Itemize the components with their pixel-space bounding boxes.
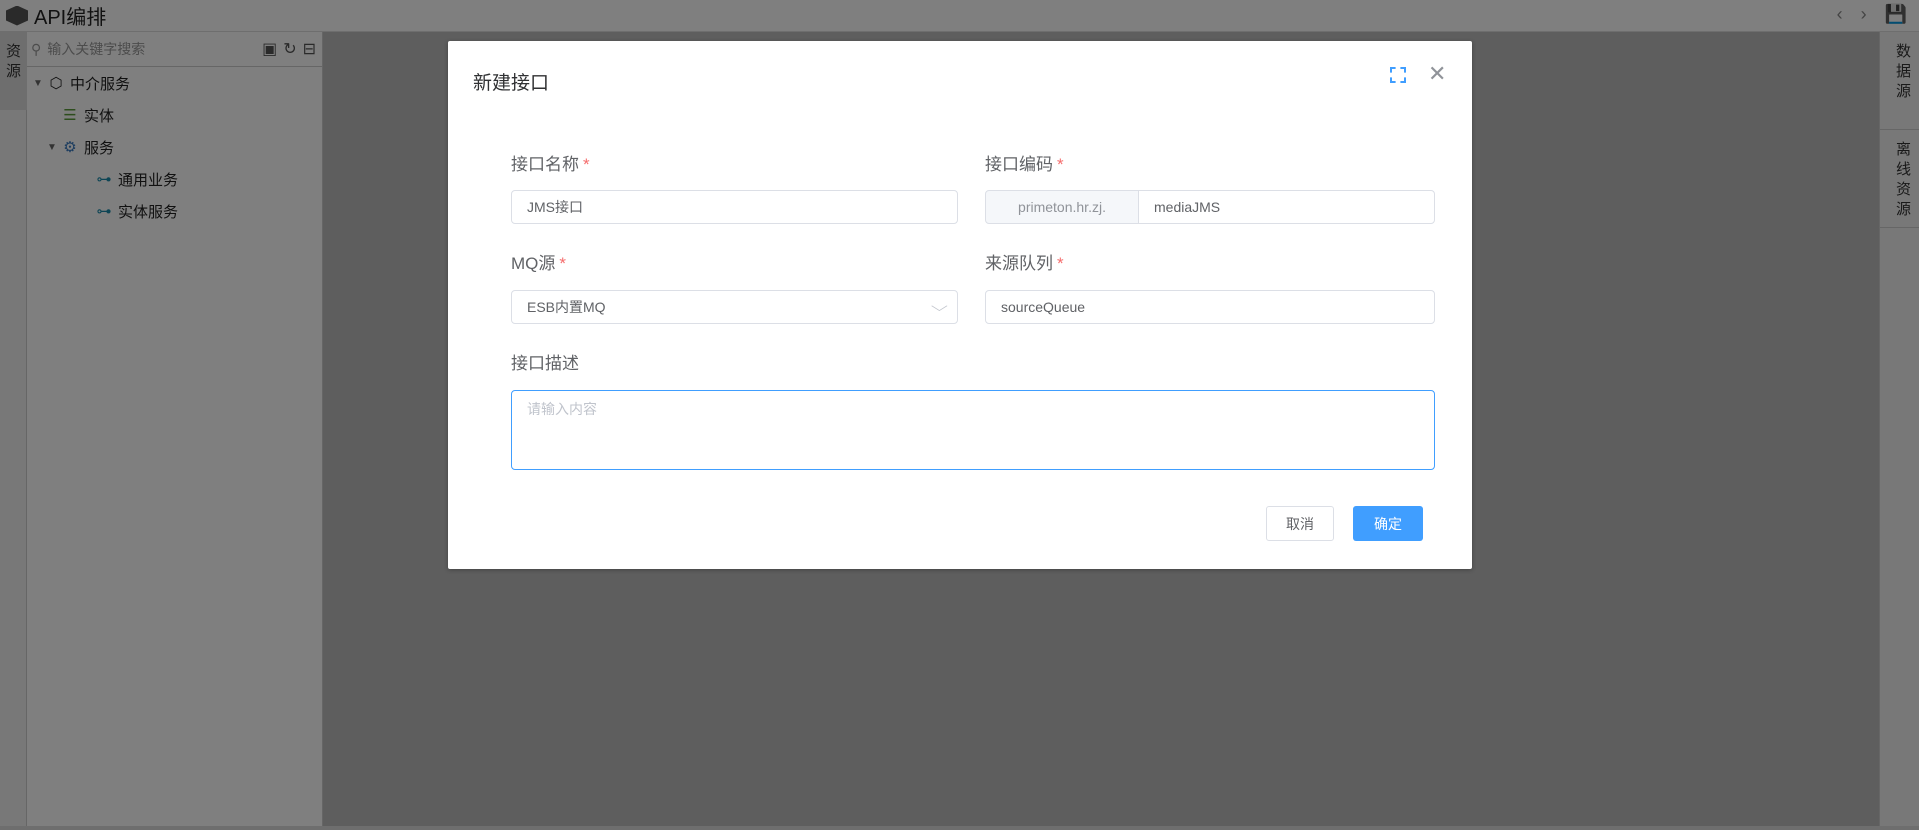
name-input[interactable]: JMS接口 (511, 190, 958, 224)
mq-select-value: ESB内置MQ (527, 299, 606, 315)
mq-select[interactable]: ESB内置MQ ⌵ (511, 290, 958, 324)
desc-textarea[interactable]: 请输入内容 (511, 390, 1435, 470)
code-label: 接口编码 * (985, 155, 1064, 174)
mq-label: MQ源 * (511, 254, 567, 273)
queue-input[interactable]: sourceQueue (985, 290, 1435, 324)
chevron-down-icon: ⌵ (931, 298, 949, 314)
new-interface-dialog: 新建接口 ✕ 接口名称 * JMS接口 接口编码 * primeton.hr.zj.… (448, 41, 1472, 569)
code-input[interactable]: mediaJMS (1138, 190, 1435, 224)
fullscreen-icon[interactable] (1390, 67, 1406, 83)
close-icon[interactable]: ✕ (1428, 61, 1446, 87)
dialog-title: 新建接口 (473, 73, 550, 94)
code-prefix: primeton.hr.zj. (985, 190, 1139, 224)
confirm-button[interactable]: 确定 (1353, 506, 1423, 541)
cancel-button[interactable]: 取消 (1266, 506, 1334, 541)
queue-label: 来源队列 * (985, 254, 1064, 273)
desc-label: 接口描述 (511, 354, 579, 373)
name-label: 接口名称 * (511, 155, 590, 174)
